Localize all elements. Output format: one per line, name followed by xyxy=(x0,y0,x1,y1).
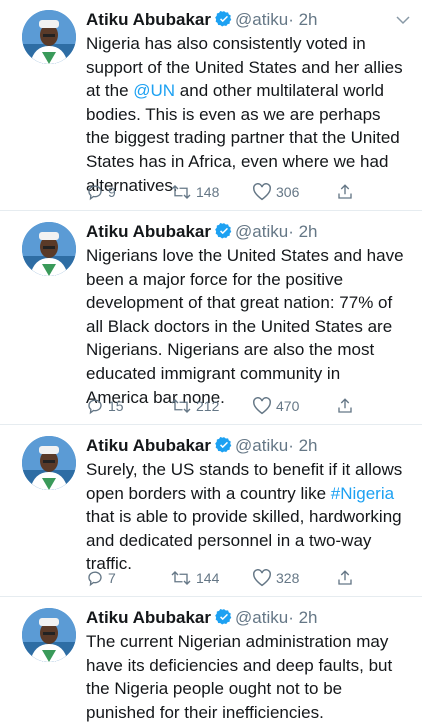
like-count: 328 xyxy=(276,570,300,586)
verified-badge-icon xyxy=(215,437,232,453)
tweet-text-segment: Nigerians love the United States and hav… xyxy=(86,246,404,407)
retweet-count: 148 xyxy=(196,184,220,200)
tweet-actions: 7 144 328 xyxy=(86,568,416,588)
tweet-time: · 2h xyxy=(288,608,318,627)
reply-icon xyxy=(88,185,102,201)
tweet[interactable]: Atiku Abubakar @atiku· 2h The current Nig… xyxy=(0,606,422,722)
chevron-down-icon[interactable] xyxy=(394,11,412,29)
divider xyxy=(0,210,422,211)
reply-button[interactable]: 15 xyxy=(86,396,124,416)
tweet-actions: 15 212 470 xyxy=(86,396,416,416)
verified-badge-icon xyxy=(215,609,232,625)
tweet-header: Atiku Abubakar @atiku· 2h xyxy=(86,606,317,630)
share-icon xyxy=(338,398,352,413)
like-count: 470 xyxy=(276,398,300,414)
retweet-icon xyxy=(171,185,191,199)
tweet-time: · 2h xyxy=(288,10,318,29)
retweet-button[interactable]: 148 xyxy=(170,182,219,202)
tweet-text-segment: that is able to provide skilled, hardwor… xyxy=(86,507,402,574)
divider xyxy=(0,424,422,425)
tweet-text-segment: The current Nigerian administration may … xyxy=(86,632,393,722)
share-icon xyxy=(338,184,352,199)
like-icon xyxy=(253,183,271,201)
tweet-header: Atiku Abubakar @atiku· 2h xyxy=(86,434,317,458)
avatar[interactable] xyxy=(22,436,76,490)
retweet-button[interactable]: 144 xyxy=(170,568,219,588)
reply-count: 9 xyxy=(108,184,116,200)
reply-button[interactable]: 9 xyxy=(86,182,116,202)
tweet-actions: 9 148 306 xyxy=(86,182,416,202)
like-button[interactable]: 306 xyxy=(252,182,299,202)
share-button[interactable] xyxy=(336,568,354,588)
avatar[interactable] xyxy=(22,608,76,662)
tweet[interactable]: Atiku Abubakar @atiku· 2h Surely, the US … xyxy=(0,434,422,594)
share-icon xyxy=(338,570,352,585)
like-icon xyxy=(253,397,271,415)
reply-icon xyxy=(88,571,102,587)
tweet-time: · 2h xyxy=(288,222,318,241)
like-button[interactable]: 470 xyxy=(252,396,299,416)
tweet[interactable]: Atiku Abubakar @atiku· 2h Nigeria has als… xyxy=(0,8,422,208)
share-button[interactable] xyxy=(336,182,354,202)
divider xyxy=(0,596,422,597)
reply-count: 15 xyxy=(108,398,124,414)
author-handle[interactable]: @atiku xyxy=(235,608,288,627)
avatar[interactable] xyxy=(22,222,76,276)
verified-badge-icon xyxy=(215,223,232,239)
reply-button[interactable]: 7 xyxy=(86,568,116,588)
author-handle[interactable]: @atiku xyxy=(235,10,288,29)
retweet-icon xyxy=(171,571,191,585)
like-button[interactable]: 328 xyxy=(252,568,299,588)
verified-badge-icon xyxy=(215,11,232,27)
reply-count: 7 xyxy=(108,570,116,586)
tweet-text: Nigerians love the United States and hav… xyxy=(86,244,406,409)
reply-icon xyxy=(88,399,102,415)
hashtag-link[interactable]: #Nigeria xyxy=(331,484,394,503)
like-icon xyxy=(253,569,271,587)
author-name[interactable]: Atiku Abubakar xyxy=(86,608,211,627)
retweet-count: 144 xyxy=(196,570,220,586)
tweet-text: Surely, the US stands to benefit if it a… xyxy=(86,458,406,576)
author-handle[interactable]: @atiku xyxy=(235,436,288,455)
author-name[interactable]: Atiku Abubakar xyxy=(86,10,211,29)
tweet-header: Atiku Abubakar @atiku· 2h xyxy=(86,8,317,32)
share-button[interactable] xyxy=(336,396,354,416)
author-handle[interactable]: @atiku xyxy=(235,222,288,241)
author-name[interactable]: Atiku Abubakar xyxy=(86,222,211,241)
tweet-header: Atiku Abubakar @atiku· 2h xyxy=(86,220,317,244)
tweet-time: · 2h xyxy=(288,436,318,455)
mention-link[interactable]: @UN xyxy=(133,81,175,100)
retweet-icon xyxy=(171,399,191,413)
author-name[interactable]: Atiku Abubakar xyxy=(86,436,211,455)
retweet-count: 212 xyxy=(196,398,220,414)
avatar[interactable] xyxy=(22,10,76,64)
tweet-text: Nigeria has also consistently voted in s… xyxy=(86,32,406,197)
like-count: 306 xyxy=(276,184,300,200)
tweet-text: The current Nigerian administration may … xyxy=(86,630,406,724)
tweet[interactable]: Atiku Abubakar @atiku· 2h Nigerians love … xyxy=(0,220,422,420)
retweet-button[interactable]: 212 xyxy=(170,396,219,416)
